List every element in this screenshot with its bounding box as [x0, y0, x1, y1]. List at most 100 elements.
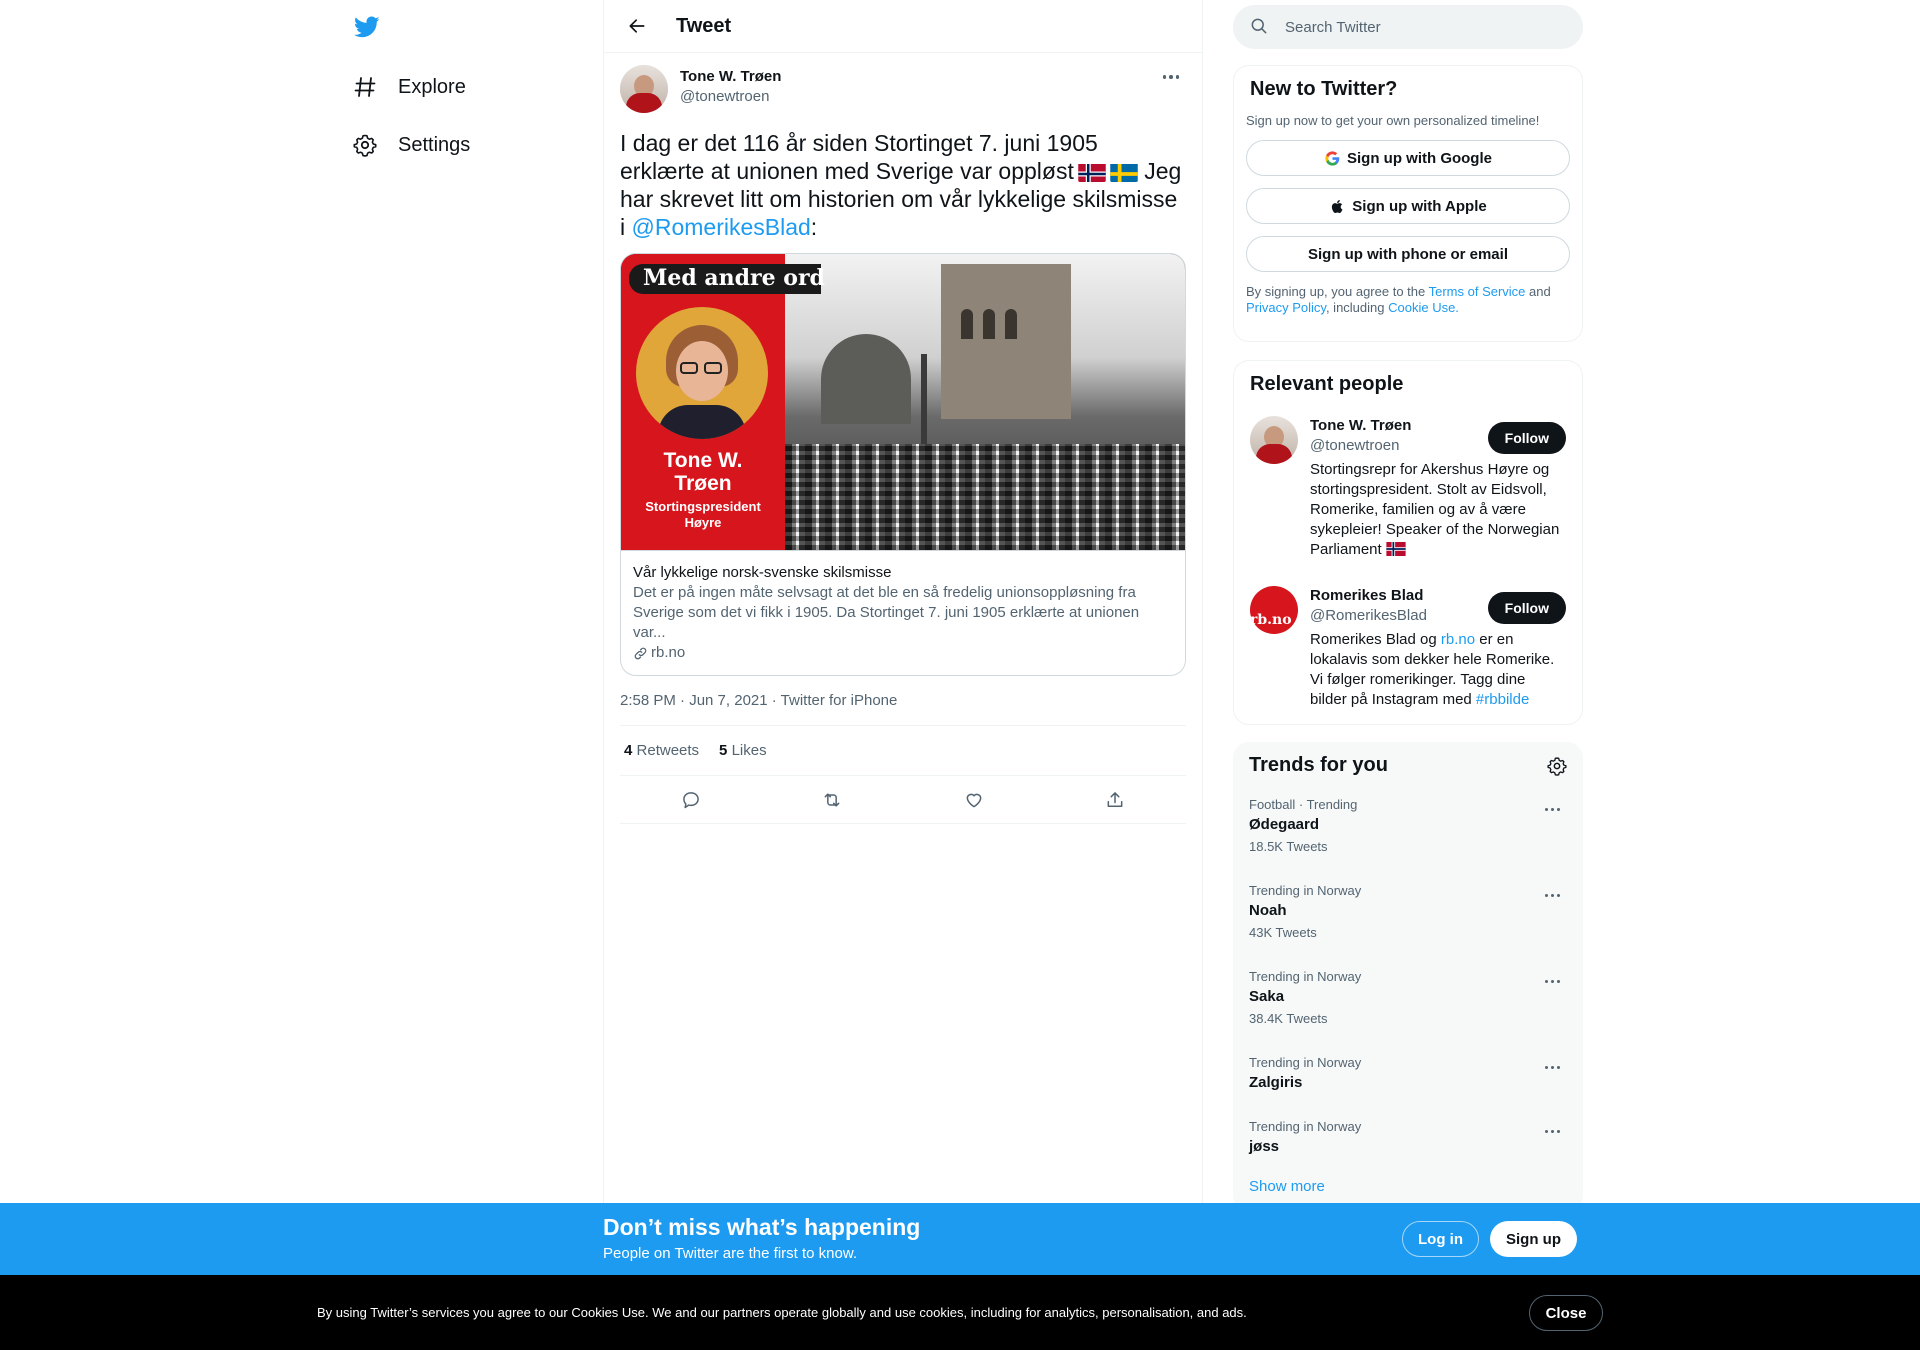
hashtag-icon: [352, 74, 378, 100]
avatar[interactable]: [620, 65, 668, 113]
trend-item[interactable]: Football · Trending Ødegaard 18.5K Tweet…: [1249, 797, 1567, 855]
show-more-link[interactable]: Show more: [1249, 1178, 1325, 1195]
banner-subtitle: People on Twitter are the first to know.: [603, 1245, 858, 1262]
signup-apple-button[interactable]: Sign up with Apple: [1246, 188, 1570, 224]
avatar[interactable]: [1250, 416, 1298, 464]
person-bio-text: Romerikes Blad og: [1310, 631, 1441, 648]
google-icon: [1324, 150, 1341, 167]
follow-button[interactable]: Follow: [1487, 592, 1566, 624]
tweet-actions: [620, 776, 1186, 824]
new-to-twitter-panel: New to Twitter? Sign up now to get your …: [1233, 65, 1583, 342]
trend-item[interactable]: Trending in Norway Zalgiris: [1249, 1055, 1567, 1093]
terms-link[interactable]: Terms of Service: [1429, 284, 1526, 299]
trend-count: 18.5K Tweets: [1249, 839, 1328, 854]
search-input[interactable]: [1285, 18, 1545, 36]
privacy-link[interactable]: Privacy Policy: [1246, 300, 1326, 315]
more-options-icon[interactable]: [1537, 971, 1567, 991]
norway-flag-icon: [1078, 162, 1106, 182]
more-options-icon[interactable]: [1537, 885, 1567, 905]
trend-item[interactable]: Trending in Norway Saka 38.4K Tweets: [1249, 969, 1567, 1027]
panel-title: Relevant people: [1250, 373, 1404, 395]
person-bio-text: Stortingsrepr for Akershus Høyre og stor…: [1310, 461, 1560, 558]
more-options-icon[interactable]: [1537, 1057, 1567, 1077]
apple-icon: [1329, 198, 1346, 215]
legal-part3: , including: [1325, 300, 1389, 315]
nav-item-explore[interactable]: Explore: [352, 67, 466, 107]
card-image-name: Tone W. Trøen: [663, 449, 743, 495]
person-item[interactable]: Tone W. Trøen @tonewtroen Stortingsrepr …: [1250, 416, 1566, 562]
trend-item[interactable]: Trending in Norway jøss: [1249, 1119, 1567, 1157]
link-icon: [633, 646, 648, 661]
trend-name: Saka: [1249, 988, 1285, 1005]
signup-banner: Don’t miss what’s happening People on Tw…: [0, 1203, 1920, 1275]
arrow-left-icon[interactable]: [620, 9, 654, 43]
reply-icon[interactable]: [672, 781, 710, 819]
signup-google-label: Sign up with Google: [1347, 149, 1492, 167]
card-domain: rb.no: [633, 643, 1173, 663]
panel-subtitle: Sign up now to get your own personalized…: [1246, 113, 1540, 128]
trend-item[interactable]: Trending in Norway Noah 43K Tweets: [1249, 883, 1567, 941]
trend-count: 38.4K Tweets: [1249, 1011, 1328, 1026]
link-card[interactable]: Med andre ord Tone W. Trøen Stortingspre…: [620, 253, 1186, 676]
nav-item-settings[interactable]: Settings: [352, 125, 470, 165]
author-handle[interactable]: @tonewtroen: [680, 87, 781, 107]
tweet-column: Tweet Tone W. Trøen @tonewtroen I dag er…: [603, 0, 1203, 1350]
person-item[interactable]: rb.no Romerikes Blad @RomerikesBlad Rome…: [1250, 586, 1566, 710]
gear-icon[interactable]: [1547, 756, 1567, 776]
more-options-icon[interactable]: [1537, 799, 1567, 819]
tweet-author: Tone W. Trøen @tonewtroen: [620, 65, 1186, 113]
trends-panel: Trends for you Football · Trending Ødega…: [1233, 742, 1583, 1212]
legal-part1: By signing up, you agree to the: [1246, 284, 1429, 299]
signup-phone-button[interactable]: Sign up with phone or email: [1246, 236, 1570, 272]
tweet-stats: 4 Retweets 5 Likes: [620, 726, 1186, 776]
card-image-banner: Med andre ord: [643, 265, 825, 291]
trend-name: Zalgiris: [1249, 1074, 1303, 1091]
trend-context: Trending in Norway: [1249, 1119, 1362, 1134]
legal-part2: and: [1525, 284, 1551, 299]
card-image-role: Stortingspresident: [645, 499, 761, 514]
person-bio: Stortingsrepr for Akershus Høyre og stor…: [1310, 460, 1566, 562]
search-bar[interactable]: [1233, 5, 1583, 49]
like-icon[interactable]: [955, 781, 993, 819]
panel-title: Trends for you: [1249, 754, 1388, 776]
signup-phone-label: Sign up with phone or email: [1307, 245, 1508, 263]
likes-count: 5: [719, 742, 728, 759]
trend-context: Trending in Norway: [1249, 969, 1362, 984]
more-options-icon[interactable]: [1156, 65, 1186, 89]
card-image: Med andre ord Tone W. Trøen Stortingspre…: [621, 254, 1185, 550]
retweet-icon[interactable]: [813, 781, 851, 819]
avatar[interactable]: rb.no: [1250, 586, 1298, 634]
bio-link[interactable]: rb.no: [1441, 631, 1475, 648]
tweet-timestamp[interactable]: 2:58 PM · Jun 7, 2021 · Twitter for iPho…: [620, 692, 1186, 726]
card-domain-text: rb.no: [651, 644, 686, 661]
signup-button[interactable]: Sign up: [1490, 1221, 1577, 1257]
twitter-bird-icon[interactable]: [352, 14, 382, 40]
tweet-text-part1: I dag er det 116 år siden Stortinget 7. …: [620, 130, 1098, 184]
cookie-bar: By using Twitter’s services you agree to…: [0, 1275, 1920, 1350]
trend-name: jøss: [1249, 1138, 1280, 1155]
signup-google-button[interactable]: Sign up with Google: [1246, 140, 1570, 176]
avatar-text: rb.no: [1250, 612, 1292, 628]
cookie-link[interactable]: Cookie Use.: [1388, 300, 1459, 315]
trend-context: Football · Trending: [1249, 797, 1358, 812]
likes-label: Likes: [731, 742, 767, 759]
follow-button[interactable]: Follow: [1487, 422, 1566, 454]
login-button[interactable]: Log in: [1402, 1221, 1479, 1257]
trend-name: Noah: [1249, 902, 1287, 919]
author-name[interactable]: Tone W. Trøen: [680, 67, 781, 87]
tweet-text: I dag er det 116 år siden Stortinget 7. …: [620, 129, 1186, 241]
card-title: Vår lykkelige norsk-svenske skilsmisse: [633, 564, 892, 581]
retweets-label: Retweets: [636, 742, 700, 759]
close-button[interactable]: Close: [1529, 1295, 1603, 1331]
trend-context: Trending in Norway: [1249, 1055, 1362, 1070]
trend-name: Ødegaard: [1249, 816, 1320, 833]
more-options-icon[interactable]: [1537, 1121, 1567, 1141]
tweet: Tone W. Trøen @tonewtroen I dag er det 1…: [604, 53, 1202, 824]
person-bio: Romerikes Blad og rb.no er en lokalavis …: [1310, 630, 1566, 710]
hashtag-link[interactable]: #rbbilde: [1476, 691, 1529, 708]
legal-text: By signing up, you agree to the Terms of…: [1246, 284, 1570, 316]
mention-link[interactable]: @RomerikesBlad: [632, 214, 811, 240]
retweets-stat[interactable]: 4 Retweets: [624, 742, 699, 759]
likes-stat[interactable]: 5 Likes: [719, 742, 767, 759]
share-icon[interactable]: [1096, 781, 1134, 819]
